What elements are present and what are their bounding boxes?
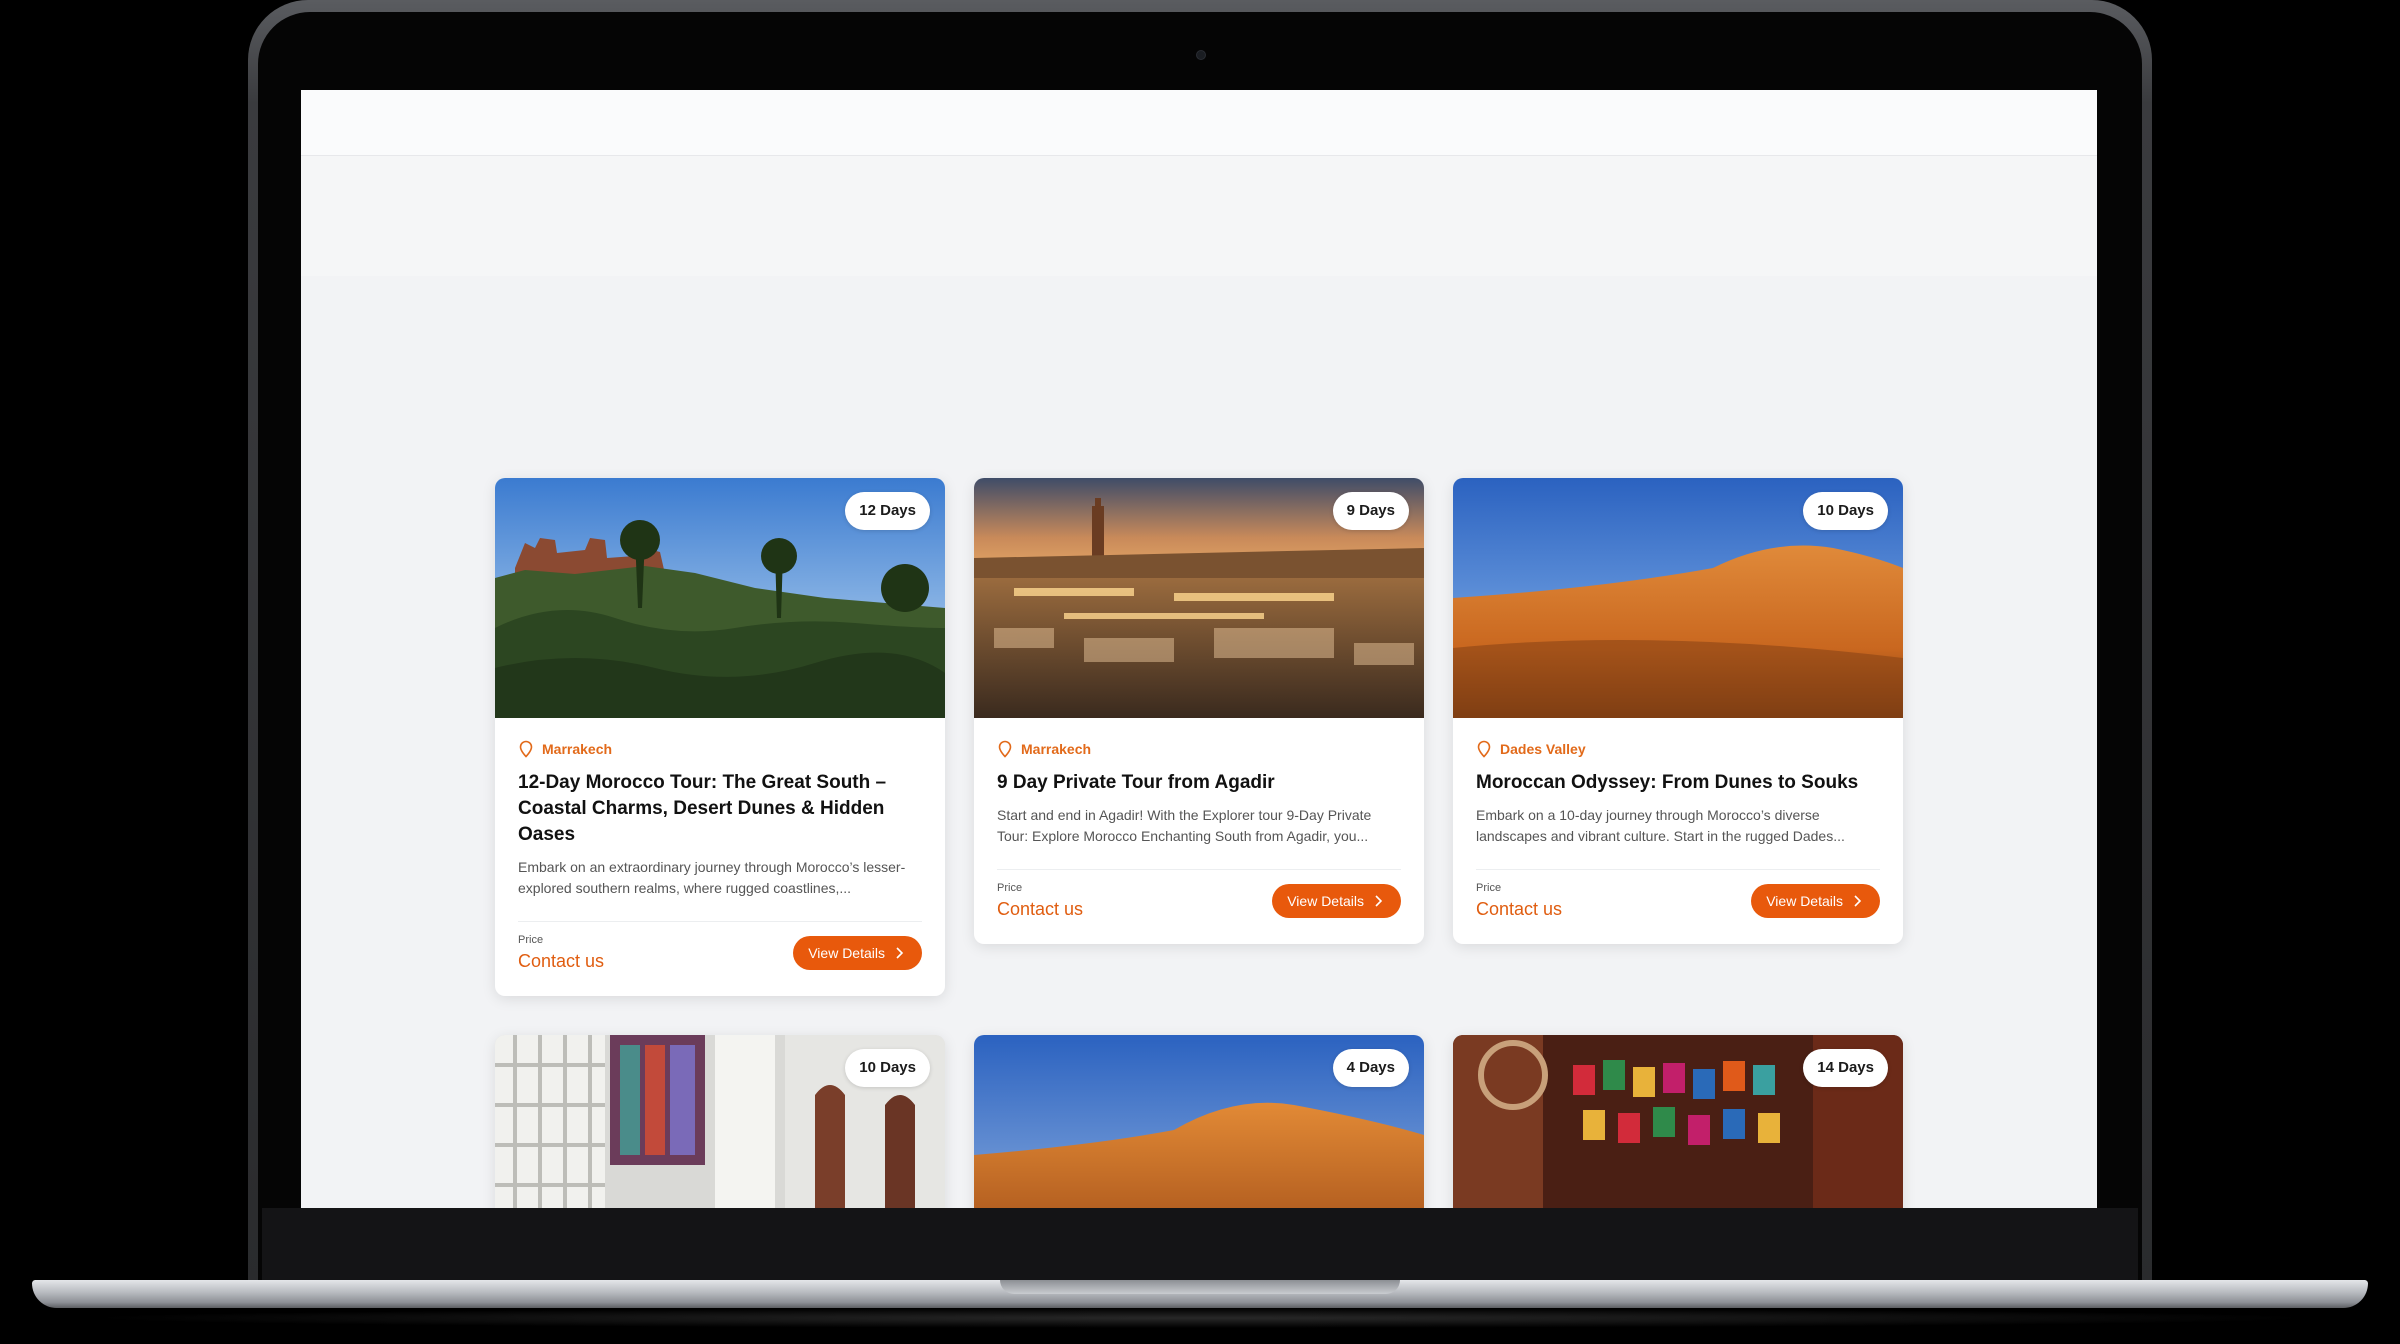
tour-title[interactable]: Moroccan Odyssey: From Dunes to Souks <box>1476 770 1880 796</box>
duration-badge: 9 Days <box>1332 492 1409 530</box>
map-pin-icon <box>519 740 533 758</box>
price-value: Contact us <box>518 951 605 971</box>
view-details-button[interactable]: View Details <box>1272 884 1401 918</box>
chevron-right-icon <box>1375 895 1383 907</box>
map-pin-icon <box>998 740 1012 758</box>
tour-description: Embark on a 10-day journey through Moroc… <box>1476 807 1845 844</box>
location: Dades Valley <box>1476 740 1880 758</box>
view-details-label: View Details <box>808 945 885 961</box>
tour-image-kasbah[interactable]: 12 Days <box>495 478 945 718</box>
divider <box>997 869 1401 870</box>
tour-description: Embark on an extraordinary journey throu… <box>518 859 906 896</box>
location-label: Dades Valley <box>1500 741 1586 757</box>
browser-viewport: 12 Days Marrakech 12-Day Morocco Tour: T… <box>301 90 2097 1208</box>
tour-image-souk-shop[interactable]: 14 Days <box>1453 1035 1903 1208</box>
price-label: Price <box>518 934 544 946</box>
tour-card[interactable]: 10 Days Dades Valley Moroccan Odyssey: F… <box>1453 478 1903 944</box>
tour-card[interactable]: 14 Days <box>1453 1035 1903 1208</box>
price-label: Price <box>1476 882 1502 894</box>
site-header <box>301 90 2097 156</box>
tour-image-medina-alley[interactable]: 10 Days <box>495 1035 945 1208</box>
divider <box>518 921 922 922</box>
price-value: Contact us <box>1476 899 1563 919</box>
view-details-label: View Details <box>1287 893 1364 909</box>
location-label: Marrakech <box>542 741 613 757</box>
tour-card[interactable]: 12 Days Marrakech 12-Day Morocco Tour: T… <box>495 478 945 996</box>
tour-image-desert-dunes[interactable]: 4 Days <box>974 1035 1424 1208</box>
laptop-bezel-bottom <box>262 1208 2138 1280</box>
laptop-hinge-notch <box>1000 1280 1400 1294</box>
price-value: Contact us <box>997 899 1084 919</box>
location: Marrakech <box>997 740 1401 758</box>
tour-card[interactable]: 9 Days Marrakech 9 Day Private Tour from… <box>974 478 1424 944</box>
divider <box>1476 869 1880 870</box>
view-details-label: View Details <box>1766 893 1843 909</box>
duration-badge: 4 Days <box>1332 1049 1409 1087</box>
view-details-button[interactable]: View Details <box>793 936 922 970</box>
camera-icon <box>1196 50 1206 60</box>
price-label: Price <box>997 882 1023 894</box>
tour-card[interactable]: 4 Days <box>974 1035 1424 1208</box>
tour-title[interactable]: 9 Day Private Tour from Agadir <box>997 770 1401 796</box>
view-details-button[interactable]: View Details <box>1751 884 1880 918</box>
tour-title[interactable]: 12-Day Morocco Tour: The Great South – C… <box>518 770 922 848</box>
chevron-right-icon <box>896 947 904 959</box>
tour-card[interactable]: 10 Days <box>495 1035 945 1208</box>
tour-description: Start and end in Agadir! With the Explor… <box>997 807 1372 844</box>
location: Marrakech <box>518 740 922 758</box>
tour-image-desert-dunes[interactable]: 10 Days <box>1453 478 1903 718</box>
chevron-right-icon <box>1854 895 1862 907</box>
location-label: Marrakech <box>1021 741 1092 757</box>
duration-badge: 10 Days <box>845 1049 930 1087</box>
duration-badge: 12 Days <box>845 492 930 530</box>
hero-strip <box>301 156 2097 276</box>
tour-image-jemaa-el-fna[interactable]: 9 Days <box>974 478 1424 718</box>
laptop-shadow <box>80 1308 2320 1328</box>
map-pin-icon <box>1477 740 1491 758</box>
duration-badge: 14 Days <box>1803 1049 1888 1087</box>
duration-badge: 10 Days <box>1803 492 1888 530</box>
